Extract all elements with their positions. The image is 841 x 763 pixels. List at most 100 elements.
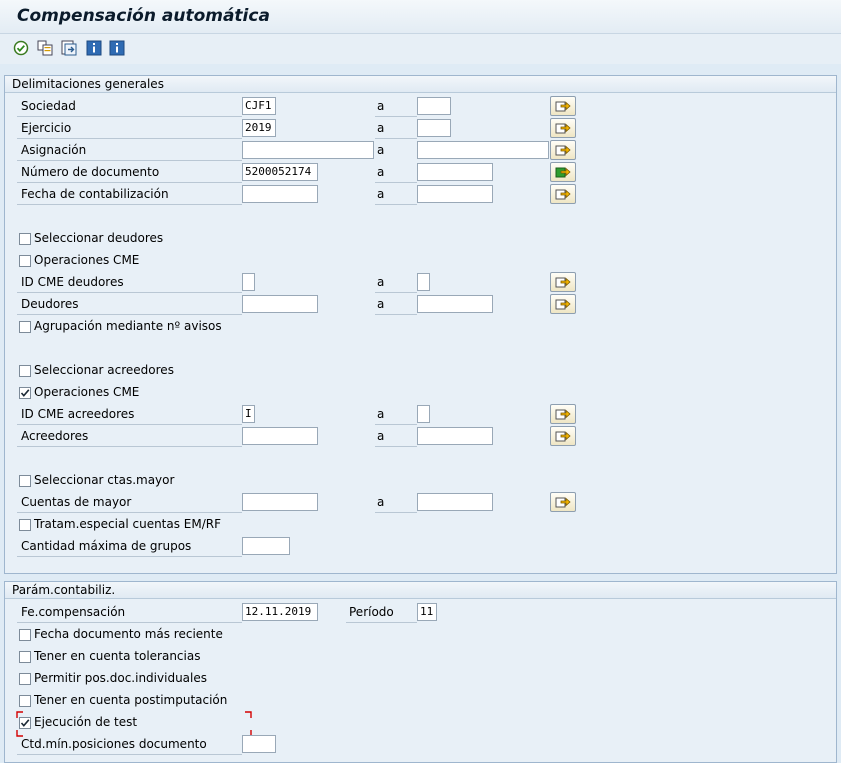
seleccionar-deudores-label: Seleccionar deudores [34,231,164,245]
sociedad-label: Sociedad [21,99,76,113]
to-label: a [377,297,385,311]
tratam-especial-checkbox[interactable] [19,519,31,531]
fe-compensacion-input[interactable]: 12.11.2019 [242,603,318,621]
tolerancias-label: Tener en cuenta tolerancias [34,649,201,663]
id-cme-deudores-to-input[interactable] [417,273,430,291]
to-label: a [377,187,385,201]
to-label: a [377,99,385,113]
operaciones-cme-deudores-checkbox[interactable] [19,255,31,267]
periodo-label: Período [349,605,394,619]
row-underline [17,424,242,425]
row-underline [17,204,242,205]
multiple-selection-button[interactable] [550,96,576,116]
cuentas-mayor-label: Cuentas de mayor [21,495,132,509]
sociedad-to-input[interactable] [417,97,451,115]
acreedores-to-input[interactable] [417,427,493,445]
multiple-selection-button[interactable] [550,184,576,204]
seleccionar-ctas-mayor-checkbox[interactable] [19,475,31,487]
numero-documento-from-input[interactable]: 5200052174 [242,163,318,181]
periodo-input[interactable]: 11 [417,603,437,621]
agrupacion-checkbox[interactable] [19,321,31,333]
to-label: a [377,121,385,135]
deudores-from-input[interactable] [242,295,318,313]
permitir-pos-doc-label: Permitir pos.doc.individuales [34,671,207,685]
row-underline [17,182,242,183]
info-icon-2[interactable] [108,39,126,57]
id-cme-deudores-label: ID CME deudores [21,275,124,289]
acreedores-label: Acreedores [21,429,89,443]
to-label: a [377,407,385,421]
postimputacion-label: Tener en cuenta postimputación [34,693,228,707]
row-underline [375,138,417,139]
deudores-label: Deudores [21,297,79,311]
arrow-right-green-icon [555,167,571,178]
ejecucion-test-label: Ejecución de test [34,715,138,729]
multiple-selection-button[interactable] [550,294,576,314]
row-underline [346,622,417,623]
row-underline [17,314,242,315]
asignacion-from-input[interactable] [242,141,374,159]
to-label: a [377,495,385,509]
agrupacion-label: Agrupación mediante nº avisos [34,319,222,333]
cantidad-maxima-input[interactable] [242,537,290,555]
get-variant-icon[interactable] [60,39,78,57]
multiple-selection-button[interactable] [550,118,576,138]
checkmark-icon [20,719,30,727]
multiple-selection-button[interactable] [550,140,576,160]
multiple-selection-button[interactable] [550,492,576,512]
asignacion-label: Asignación [21,143,87,157]
multiple-selection-button[interactable] [550,404,576,424]
fecha-documento-reciente-checkbox[interactable] [19,629,31,641]
info-icon[interactable] [85,39,103,57]
ctd-min-posiciones-input[interactable] [242,735,276,753]
id-cme-acreedores-to-input[interactable] [417,405,430,423]
variant-icon[interactable] [36,39,54,57]
asignacion-to-input[interactable] [417,141,549,159]
fecha-contabilizacion-to-input[interactable] [417,185,493,203]
fecha-documento-reciente-label: Fecha documento más reciente [34,627,223,641]
multiple-selection-button[interactable] [550,272,576,292]
row-underline [17,622,242,623]
operaciones-cme-acreedores-label: Operaciones CME [34,385,140,399]
checkmark-icon [20,389,30,397]
tratam-especial-label: Tratam.especial cuentas EM/RF [34,517,222,531]
permitir-pos-doc-checkbox[interactable] [19,673,31,685]
row-underline [17,116,242,117]
cuentas-mayor-from-input[interactable] [242,493,318,511]
row-underline [375,424,417,425]
row-underline [375,512,417,513]
seleccionar-acreedores-label: Seleccionar acreedores [34,363,174,377]
ctd-min-posiciones-label: Ctd.mín.posiciones documento [21,737,207,751]
row-underline [375,182,417,183]
seleccionar-deudores-checkbox[interactable] [19,233,31,245]
id-cme-acreedores-from-input[interactable]: I [242,405,255,423]
numero-documento-label: Número de documento [21,165,160,179]
deudores-to-input[interactable] [417,295,493,313]
execute-icon[interactable] [12,39,30,57]
ejercicio-to-input[interactable] [417,119,451,137]
row-underline [375,204,417,205]
fecha-contabilizacion-label: Fecha de contabilización [21,187,169,201]
row-underline [17,446,242,447]
arrow-right-icon [555,409,571,420]
tolerancias-checkbox[interactable] [19,651,31,663]
numero-documento-to-input[interactable] [417,163,493,181]
multiple-selection-button[interactable] [550,426,576,446]
page-title: Compensación automática [17,6,270,26]
row-underline [375,292,417,293]
acreedores-from-input[interactable] [242,427,318,445]
ejercicio-label: Ejercicio [21,121,72,135]
ejercicio-from-input[interactable]: 2019 [242,119,276,137]
group-header: Parám.contabiliz. [5,582,836,599]
ejecucion-test-checkbox[interactable] [19,717,31,729]
postimputacion-checkbox[interactable] [19,695,31,707]
operaciones-cme-acreedores-checkbox[interactable] [19,387,31,399]
seleccionar-acreedores-checkbox[interactable] [19,365,31,377]
sociedad-from-input[interactable]: CJF1 [242,97,276,115]
arrow-right-icon [555,431,571,442]
id-cme-deudores-from-input[interactable] [242,273,255,291]
to-label: a [377,429,385,443]
fecha-contabilizacion-from-input[interactable] [242,185,318,203]
cuentas-mayor-to-input[interactable] [417,493,493,511]
multiple-selection-active-button[interactable] [550,162,576,182]
